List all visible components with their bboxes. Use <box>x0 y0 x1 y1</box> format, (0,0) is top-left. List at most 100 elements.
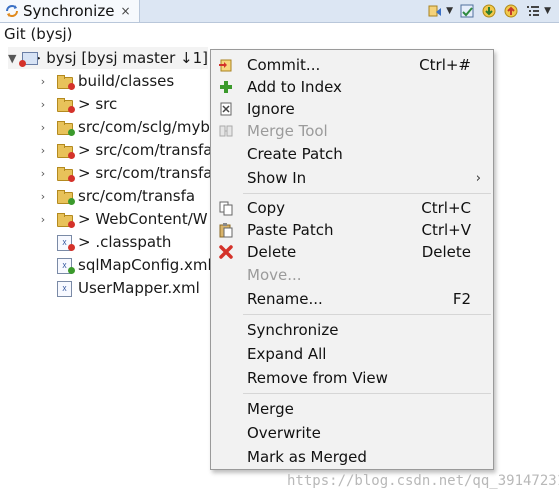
chevron-right-icon[interactable]: › <box>36 190 50 203</box>
chevron-down-icon[interactable]: ▼ <box>544 6 551 16</box>
tree-root-project[interactable]: ▼ > bysj [bysj master ↓1] <box>8 47 208 69</box>
tree-item[interactable]: › > src/com/transfa <box>36 162 212 184</box>
folder-icon <box>56 119 75 136</box>
synchronize-icon[interactable] <box>427 3 443 19</box>
tree-item[interactable]: › > src <box>36 93 117 115</box>
tree-item-label: > .classpath <box>78 233 172 251</box>
menu-item-create-patch[interactable]: Create Patch <box>211 143 493 165</box>
menu-item-label: Expand All <box>247 345 327 363</box>
synchronize-view-icon <box>4 3 20 19</box>
tree-root-label: > bysj [bysj master ↓1] <box>28 49 208 67</box>
tree-item[interactable]: X > .classpath <box>50 231 171 253</box>
menu-item-label: Move... <box>247 266 302 284</box>
tree-item[interactable]: › > WebContent/W <box>36 208 208 230</box>
chevron-down-icon[interactable]: ▼ <box>8 52 16 65</box>
menu-item-label: Show In <box>247 169 307 187</box>
menu-item-shortcut: Ctrl+V <box>421 221 471 239</box>
chevron-right-icon[interactable]: › <box>36 144 50 157</box>
folder-icon <box>56 188 75 205</box>
chevron-right-icon[interactable]: › <box>36 213 50 226</box>
menu-item-label: Ignore <box>247 100 295 118</box>
ignore-icon <box>218 101 234 117</box>
tree-item[interactable]: › src/com/transfa <box>36 185 195 207</box>
tree-item[interactable]: X sqlMapConfig.xml <box>50 254 212 276</box>
push-icon[interactable] <box>503 3 519 19</box>
tree-item-label: build/classes <box>78 72 175 90</box>
menu-item-merge-tool[interactable]: Merge Tool <box>211 120 493 142</box>
menu-item-label: Remove from View <box>247 369 388 387</box>
menu-item-label: Merge <box>247 400 294 418</box>
tab-synchronize[interactable]: Synchronize × <box>0 0 140 22</box>
copy-icon <box>218 200 234 216</box>
menu-item-shortcut: Ctrl+C <box>421 199 471 217</box>
menu-item-label: Delete <box>247 243 297 261</box>
view-toolbar: ▼ ▼ <box>427 2 551 20</box>
delete-icon <box>218 244 234 260</box>
tree-item[interactable]: › > src/com/transfa <box>36 139 212 161</box>
view-tab-bar: Synchronize × ▼ ▼ <box>0 0 559 23</box>
menu-separator <box>243 393 491 394</box>
folder-icon <box>56 142 75 159</box>
menu-item-label: Create Patch <box>247 145 343 163</box>
menu-item-overwrite[interactable]: Overwrite <box>211 422 493 444</box>
tree-item-label: > WebContent/W <box>78 210 208 228</box>
chevron-right-icon[interactable]: › <box>36 98 50 111</box>
chevron-right-icon[interactable]: › <box>36 167 50 180</box>
menu-item-label: Paste Patch <box>247 221 334 239</box>
commit-icon <box>218 57 234 73</box>
xml-file-icon: X <box>56 280 74 297</box>
tree-item-label: src/com/transfa <box>78 187 196 205</box>
menu-item-label: Merge Tool <box>247 122 328 140</box>
menu-item-ignore[interactable]: Ignore <box>211 98 493 120</box>
folder-icon <box>56 96 75 113</box>
paste-icon <box>218 222 234 238</box>
tree-item-label: sqlMapConfig.xml <box>78 256 212 274</box>
menu-item-label: Add to Index <box>247 78 342 96</box>
menu-item-copy[interactable]: Copy Ctrl+C <box>211 197 493 219</box>
menu-item-merge[interactable]: Merge <box>211 398 493 420</box>
folder-icon <box>56 73 75 90</box>
menu-item-mark-as-merged[interactable]: Mark as Merged <box>211 446 493 468</box>
menu-item-label: Rename... <box>247 290 323 308</box>
plus-icon <box>218 79 234 95</box>
project-icon <box>18 50 39 67</box>
commit-icon[interactable] <box>459 3 475 19</box>
folder-icon <box>56 165 75 182</box>
xml-file-icon: X <box>56 234 75 251</box>
tree-item[interactable]: › src/com/sclg/myb <box>36 116 210 138</box>
menu-item-remove-from-view[interactable]: Remove from View <box>211 367 493 389</box>
view-menu-icon[interactable] <box>525 3 541 19</box>
menu-separator <box>243 193 491 194</box>
chevron-down-icon[interactable]: ▼ <box>446 6 453 16</box>
menu-item-rename[interactable]: Rename... F2 <box>211 288 493 310</box>
menu-item-label: Commit... <box>247 56 321 74</box>
xml-file-icon: X <box>56 257 75 274</box>
pull-icon[interactable] <box>481 3 497 19</box>
repository-header: Git (bysj) <box>4 25 73 43</box>
tree-item-label: src/com/sclg/myb <box>78 118 210 136</box>
tree-item-label: > src/com/transfa <box>78 164 213 182</box>
tree-item[interactable]: › build/classes <box>36 70 174 92</box>
menu-item-delete[interactable]: Delete Delete <box>211 241 493 263</box>
menu-item-shortcut: Ctrl+# <box>419 56 471 74</box>
menu-item-paste-patch[interactable]: Paste Patch Ctrl+V <box>211 219 493 241</box>
watermark: https://blog.csdn.net/qq_39147231 <box>287 473 559 489</box>
menu-item-expand-all[interactable]: Expand All <box>211 343 493 365</box>
menu-separator <box>243 314 491 315</box>
tree-item[interactable]: X UserMapper.xml <box>50 277 200 299</box>
chevron-right-icon[interactable]: › <box>36 121 50 134</box>
menu-item-commit[interactable]: Commit... Ctrl+# <box>211 54 493 76</box>
context-menu: Commit... Ctrl+# Add to Index Ignore Mer… <box>210 49 494 470</box>
menu-item-add-to-index[interactable]: Add to Index <box>211 76 493 98</box>
merge-tool-icon <box>218 123 234 139</box>
menu-item-synchronize[interactable]: Synchronize <box>211 319 493 341</box>
close-icon[interactable]: × <box>120 4 130 18</box>
folder-icon <box>56 211 75 228</box>
chevron-right-icon[interactable]: › <box>36 75 50 88</box>
menu-item-label: Overwrite <box>247 424 321 442</box>
menu-item-move[interactable]: Move... <box>211 264 493 286</box>
tree-item-label: > src/com/transfa <box>78 141 213 159</box>
menu-item-show-in[interactable]: Show In › <box>211 167 493 189</box>
menu-item-label: Copy <box>247 199 286 217</box>
chevron-right-icon: › <box>475 170 481 186</box>
